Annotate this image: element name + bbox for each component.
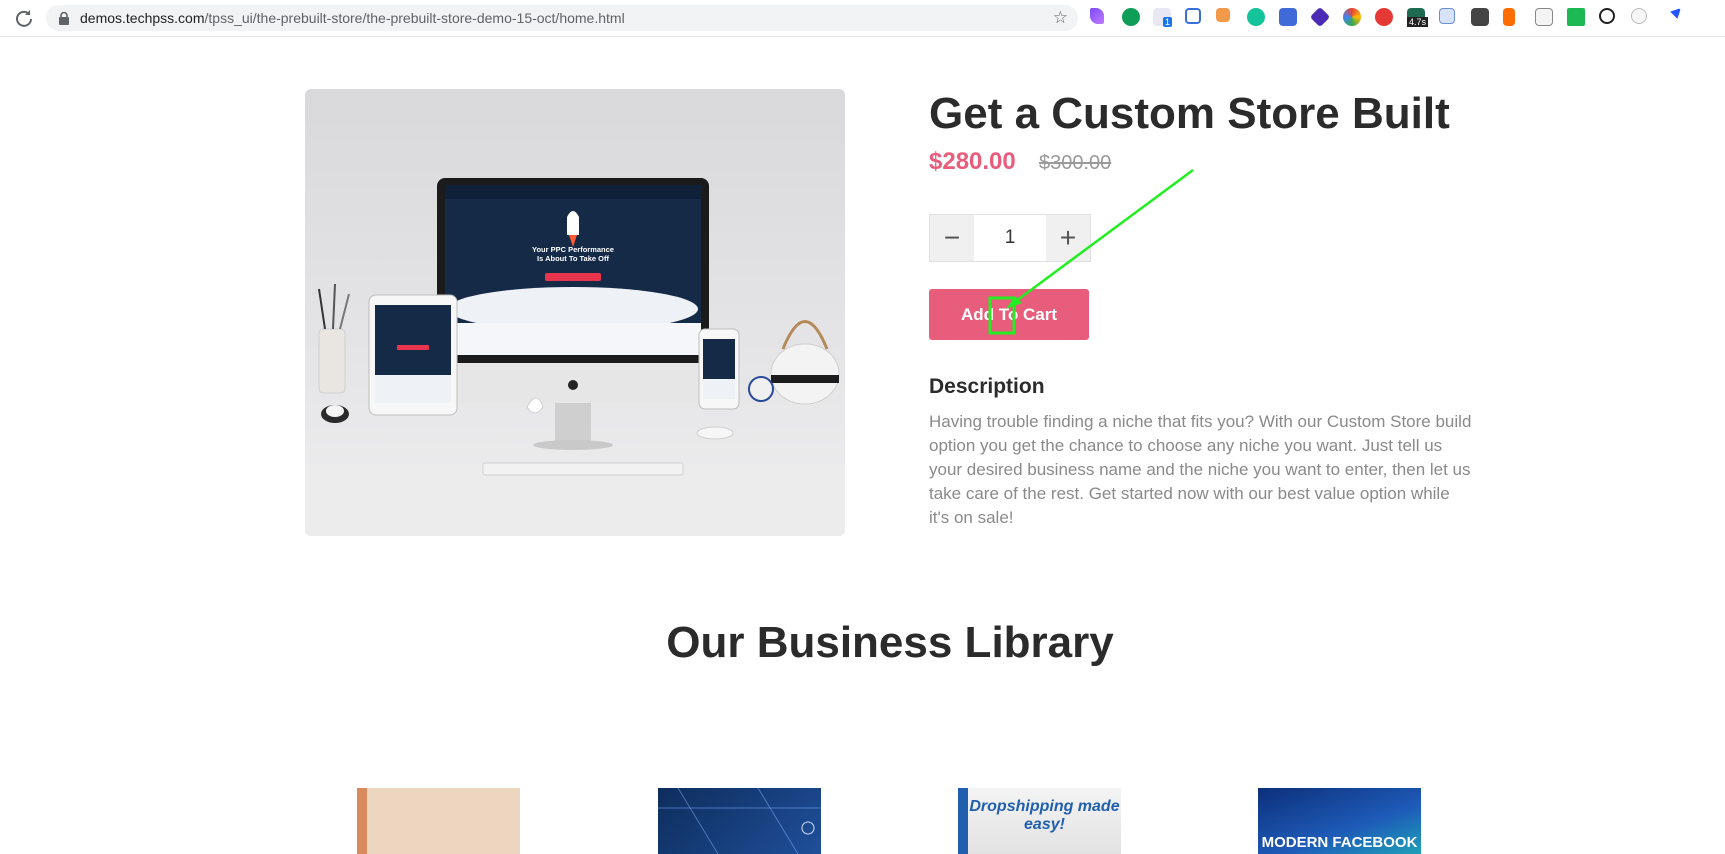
extension-badge: 1: [1163, 17, 1173, 27]
color-picker-icon[interactable]: [1343, 8, 1361, 26]
book-cover[interactable]: MODERN FACEBOOK: [1258, 788, 1421, 854]
selenium-icon[interactable]: [1471, 8, 1489, 26]
timer-badge: 4.7s: [1407, 17, 1429, 27]
product-image: Your PPC Performance Is About To Take Of…: [305, 89, 845, 536]
minus-icon: −: [943, 222, 961, 253]
book-cover[interactable]: Dropshipping made easy!: [958, 788, 1121, 854]
clock-icon[interactable]: [1599, 8, 1615, 24]
grammarly-icon[interactable]: [1247, 8, 1265, 26]
plus-icon: +: [1059, 222, 1077, 253]
crop-extension-icon[interactable]: [1185, 8, 1201, 24]
pen-extension-icon[interactable]: [1090, 8, 1104, 24]
tool-extension-icon[interactable]: [1216, 8, 1230, 22]
chart-extension-icon[interactable]: [1535, 8, 1553, 26]
record-extension-icon[interactable]: [1375, 8, 1393, 26]
sale-price: $280.00: [929, 148, 1016, 175]
original-price: $300.00: [1039, 152, 1112, 174]
quantity-input[interactable]: [974, 215, 1046, 261]
product-mockup-illustration: Your PPC Performance Is About To Take Of…: [305, 178, 845, 536]
arrow-extension-icon[interactable]: [1663, 8, 1681, 26]
lock-icon: [59, 12, 69, 25]
book-cover[interactable]: [357, 788, 520, 854]
screenshot-extension-icon[interactable]: [1279, 8, 1297, 26]
blueprint-pattern: [658, 788, 821, 854]
timer-extension-icon[interactable]: 4.7s: [1407, 8, 1429, 27]
browser-toolbar: demos.techpss.com/tpss_ui/the-prebuilt-s…: [0, 0, 1725, 37]
monitor-screen-headline: Your PPC Performance: [532, 245, 614, 254]
book-title: MODERN FACEBOOK: [1261, 834, 1418, 851]
increase-quantity-button[interactable]: +: [1046, 215, 1090, 261]
extensions-bar: 1 4.7s: [1090, 6, 1720, 28]
url-text: demos.techpss.com/tpss_ui/the-prebuilt-s…: [80, 10, 625, 26]
green-square-icon[interactable]: [1567, 8, 1585, 26]
book-cover[interactable]: [658, 788, 821, 854]
diamond-extension-icon[interactable]: [1309, 6, 1331, 28]
add-to-cart-button[interactable]: Add To Cart: [929, 289, 1089, 340]
svg-text:Is About To Take Off: Is About To Take Off: [537, 254, 609, 263]
library-heading: Our Business Library: [666, 618, 1114, 667]
description-heading: Description: [929, 375, 1045, 398]
product-title: Get a Custom Store Built: [929, 89, 1450, 138]
url-host: demos.techpss.com: [80, 10, 205, 26]
info-extension-icon[interactable]: [1631, 8, 1647, 24]
window-extension-icon[interactable]: [1439, 8, 1455, 24]
reload-icon[interactable]: [14, 8, 34, 28]
address-bar[interactable]: demos.techpss.com/tpss_ui/the-prebuilt-s…: [46, 5, 1078, 31]
book-title: Dropshipping made easy!: [969, 798, 1120, 833]
bookmark-star-icon[interactable]: ☆: [1053, 9, 1068, 27]
quantity-stepper: − +: [929, 214, 1091, 262]
puzzle-extension-icon[interactable]: 1: [1153, 8, 1173, 27]
lighthouse-icon[interactable]: [1503, 8, 1515, 26]
description-text: Having trouble finding a niche that fits…: [929, 412, 1472, 527]
url-path: /tpss_ui/the-prebuilt-store/the-prebuilt…: [204, 10, 625, 26]
decrease-quantity-button[interactable]: −: [930, 215, 974, 261]
chat-extension-icon[interactable]: [1122, 8, 1140, 26]
